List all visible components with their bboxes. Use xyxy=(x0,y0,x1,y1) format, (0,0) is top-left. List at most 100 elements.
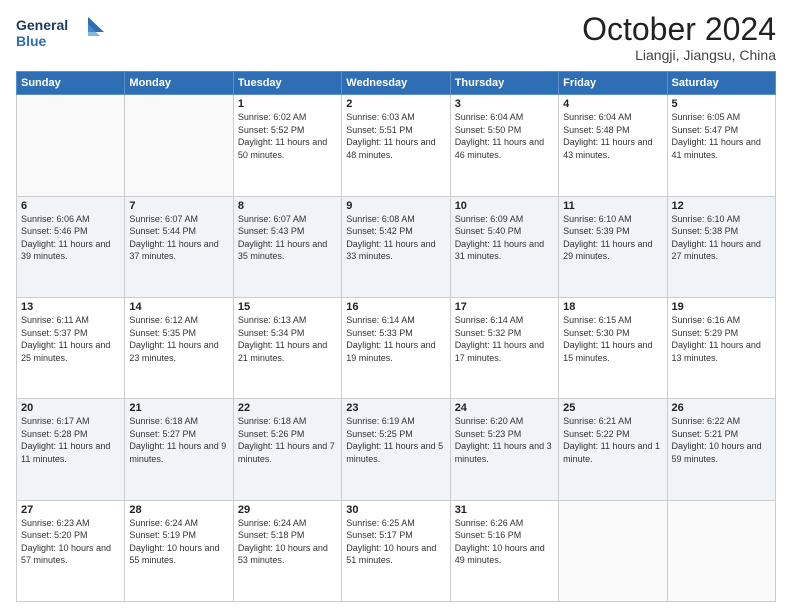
table-row: 13Sunrise: 6:11 AM Sunset: 5:37 PM Dayli… xyxy=(17,297,125,398)
day-number: 14 xyxy=(129,301,228,313)
day-number: 7 xyxy=(129,200,228,212)
day-info: Sunrise: 6:10 AM Sunset: 5:39 PM Dayligh… xyxy=(563,213,662,263)
location: Liangji, Jiangsu, China xyxy=(582,47,776,63)
day-number: 6 xyxy=(21,200,120,212)
day-info: Sunrise: 6:13 AM Sunset: 5:34 PM Dayligh… xyxy=(238,314,337,364)
day-info: Sunrise: 6:18 AM Sunset: 5:27 PM Dayligh… xyxy=(129,415,228,465)
table-row: 12Sunrise: 6:10 AM Sunset: 5:38 PM Dayli… xyxy=(667,196,775,297)
table-row: 27Sunrise: 6:23 AM Sunset: 5:20 PM Dayli… xyxy=(17,500,125,601)
table-row: 14Sunrise: 6:12 AM Sunset: 5:35 PM Dayli… xyxy=(125,297,233,398)
table-row: 21Sunrise: 6:18 AM Sunset: 5:27 PM Dayli… xyxy=(125,399,233,500)
table-row: 31Sunrise: 6:26 AM Sunset: 5:16 PM Dayli… xyxy=(450,500,558,601)
header: General Blue October 2024 Liangji, Jiang… xyxy=(16,12,776,63)
table-row: 26Sunrise: 6:22 AM Sunset: 5:21 PM Dayli… xyxy=(667,399,775,500)
day-number: 5 xyxy=(672,98,771,110)
day-number: 18 xyxy=(563,301,662,313)
calendar-week-row: 20Sunrise: 6:17 AM Sunset: 5:28 PM Dayli… xyxy=(17,399,776,500)
table-row: 30Sunrise: 6:25 AM Sunset: 5:17 PM Dayli… xyxy=(342,500,450,601)
table-row: 20Sunrise: 6:17 AM Sunset: 5:28 PM Dayli… xyxy=(17,399,125,500)
day-number: 27 xyxy=(21,504,120,516)
table-row: 23Sunrise: 6:19 AM Sunset: 5:25 PM Dayli… xyxy=(342,399,450,500)
day-info: Sunrise: 6:04 AM Sunset: 5:48 PM Dayligh… xyxy=(563,111,662,161)
day-number: 16 xyxy=(346,301,445,313)
day-number: 24 xyxy=(455,402,554,414)
table-row: 11Sunrise: 6:10 AM Sunset: 5:39 PM Dayli… xyxy=(559,196,667,297)
day-info: Sunrise: 6:07 AM Sunset: 5:44 PM Dayligh… xyxy=(129,213,228,263)
calendar-table: Sunday Monday Tuesday Wednesday Thursday… xyxy=(16,71,776,602)
calendar-header-row: Sunday Monday Tuesday Wednesday Thursday… xyxy=(17,72,776,95)
day-number: 4 xyxy=(563,98,662,110)
day-info: Sunrise: 6:19 AM Sunset: 5:25 PM Dayligh… xyxy=(346,415,445,465)
day-number: 12 xyxy=(672,200,771,212)
day-info: Sunrise: 6:03 AM Sunset: 5:51 PM Dayligh… xyxy=(346,111,445,161)
day-info: Sunrise: 6:11 AM Sunset: 5:37 PM Dayligh… xyxy=(21,314,120,364)
day-number: 17 xyxy=(455,301,554,313)
day-number: 3 xyxy=(455,98,554,110)
day-info: Sunrise: 6:10 AM Sunset: 5:38 PM Dayligh… xyxy=(672,213,771,263)
day-info: Sunrise: 6:07 AM Sunset: 5:43 PM Dayligh… xyxy=(238,213,337,263)
day-info: Sunrise: 6:02 AM Sunset: 5:52 PM Dayligh… xyxy=(238,111,337,161)
day-info: Sunrise: 6:25 AM Sunset: 5:17 PM Dayligh… xyxy=(346,517,445,567)
day-number: 2 xyxy=(346,98,445,110)
day-number: 21 xyxy=(129,402,228,414)
day-number: 25 xyxy=(563,402,662,414)
day-info: Sunrise: 6:21 AM Sunset: 5:22 PM Dayligh… xyxy=(563,415,662,465)
day-info: Sunrise: 6:05 AM Sunset: 5:47 PM Dayligh… xyxy=(672,111,771,161)
day-info: Sunrise: 6:16 AM Sunset: 5:29 PM Dayligh… xyxy=(672,314,771,364)
month-title: October 2024 xyxy=(582,12,776,47)
day-info: Sunrise: 6:26 AM Sunset: 5:16 PM Dayligh… xyxy=(455,517,554,567)
day-info: Sunrise: 6:06 AM Sunset: 5:46 PM Dayligh… xyxy=(21,213,120,263)
table-row: 1Sunrise: 6:02 AM Sunset: 5:52 PM Daylig… xyxy=(233,95,341,196)
day-info: Sunrise: 6:14 AM Sunset: 5:32 PM Dayligh… xyxy=(455,314,554,364)
table-row: 9Sunrise: 6:08 AM Sunset: 5:42 PM Daylig… xyxy=(342,196,450,297)
day-number: 9 xyxy=(346,200,445,212)
day-number: 8 xyxy=(238,200,337,212)
day-info: Sunrise: 6:23 AM Sunset: 5:20 PM Dayligh… xyxy=(21,517,120,567)
day-number: 19 xyxy=(672,301,771,313)
table-row: 10Sunrise: 6:09 AM Sunset: 5:40 PM Dayli… xyxy=(450,196,558,297)
calendar-week-row: 1Sunrise: 6:02 AM Sunset: 5:52 PM Daylig… xyxy=(17,95,776,196)
day-info: Sunrise: 6:04 AM Sunset: 5:50 PM Dayligh… xyxy=(455,111,554,161)
table-row: 19Sunrise: 6:16 AM Sunset: 5:29 PM Dayli… xyxy=(667,297,775,398)
col-saturday: Saturday xyxy=(667,72,775,95)
day-number: 1 xyxy=(238,98,337,110)
day-info: Sunrise: 6:22 AM Sunset: 5:21 PM Dayligh… xyxy=(672,415,771,465)
day-number: 26 xyxy=(672,402,771,414)
table-row xyxy=(667,500,775,601)
col-tuesday: Tuesday xyxy=(233,72,341,95)
col-thursday: Thursday xyxy=(450,72,558,95)
table-row: 4Sunrise: 6:04 AM Sunset: 5:48 PM Daylig… xyxy=(559,95,667,196)
day-info: Sunrise: 6:24 AM Sunset: 5:19 PM Dayligh… xyxy=(129,517,228,567)
table-row: 15Sunrise: 6:13 AM Sunset: 5:34 PM Dayli… xyxy=(233,297,341,398)
day-number: 31 xyxy=(455,504,554,516)
day-number: 23 xyxy=(346,402,445,414)
day-info: Sunrise: 6:24 AM Sunset: 5:18 PM Dayligh… xyxy=(238,517,337,567)
table-row xyxy=(559,500,667,601)
table-row: 8Sunrise: 6:07 AM Sunset: 5:43 PM Daylig… xyxy=(233,196,341,297)
day-number: 28 xyxy=(129,504,228,516)
day-info: Sunrise: 6:12 AM Sunset: 5:35 PM Dayligh… xyxy=(129,314,228,364)
day-info: Sunrise: 6:15 AM Sunset: 5:30 PM Dayligh… xyxy=(563,314,662,364)
svg-text:Blue: Blue xyxy=(16,33,47,49)
logo: General Blue xyxy=(16,12,106,61)
table-row: 17Sunrise: 6:14 AM Sunset: 5:32 PM Dayli… xyxy=(450,297,558,398)
table-row: 22Sunrise: 6:18 AM Sunset: 5:26 PM Dayli… xyxy=(233,399,341,500)
table-row: 29Sunrise: 6:24 AM Sunset: 5:18 PM Dayli… xyxy=(233,500,341,601)
day-info: Sunrise: 6:08 AM Sunset: 5:42 PM Dayligh… xyxy=(346,213,445,263)
table-row: 24Sunrise: 6:20 AM Sunset: 5:23 PM Dayli… xyxy=(450,399,558,500)
day-number: 13 xyxy=(21,301,120,313)
svg-text:General: General xyxy=(16,17,68,33)
title-area: October 2024 Liangji, Jiangsu, China xyxy=(582,12,776,63)
calendar-week-row: 27Sunrise: 6:23 AM Sunset: 5:20 PM Dayli… xyxy=(17,500,776,601)
table-row xyxy=(17,95,125,196)
table-row: 3Sunrise: 6:04 AM Sunset: 5:50 PM Daylig… xyxy=(450,95,558,196)
day-number: 11 xyxy=(563,200,662,212)
day-number: 29 xyxy=(238,504,337,516)
table-row: 18Sunrise: 6:15 AM Sunset: 5:30 PM Dayli… xyxy=(559,297,667,398)
day-number: 10 xyxy=(455,200,554,212)
day-number: 30 xyxy=(346,504,445,516)
col-sunday: Sunday xyxy=(17,72,125,95)
table-row: 7Sunrise: 6:07 AM Sunset: 5:44 PM Daylig… xyxy=(125,196,233,297)
day-number: 22 xyxy=(238,402,337,414)
calendar-week-row: 13Sunrise: 6:11 AM Sunset: 5:37 PM Dayli… xyxy=(17,297,776,398)
